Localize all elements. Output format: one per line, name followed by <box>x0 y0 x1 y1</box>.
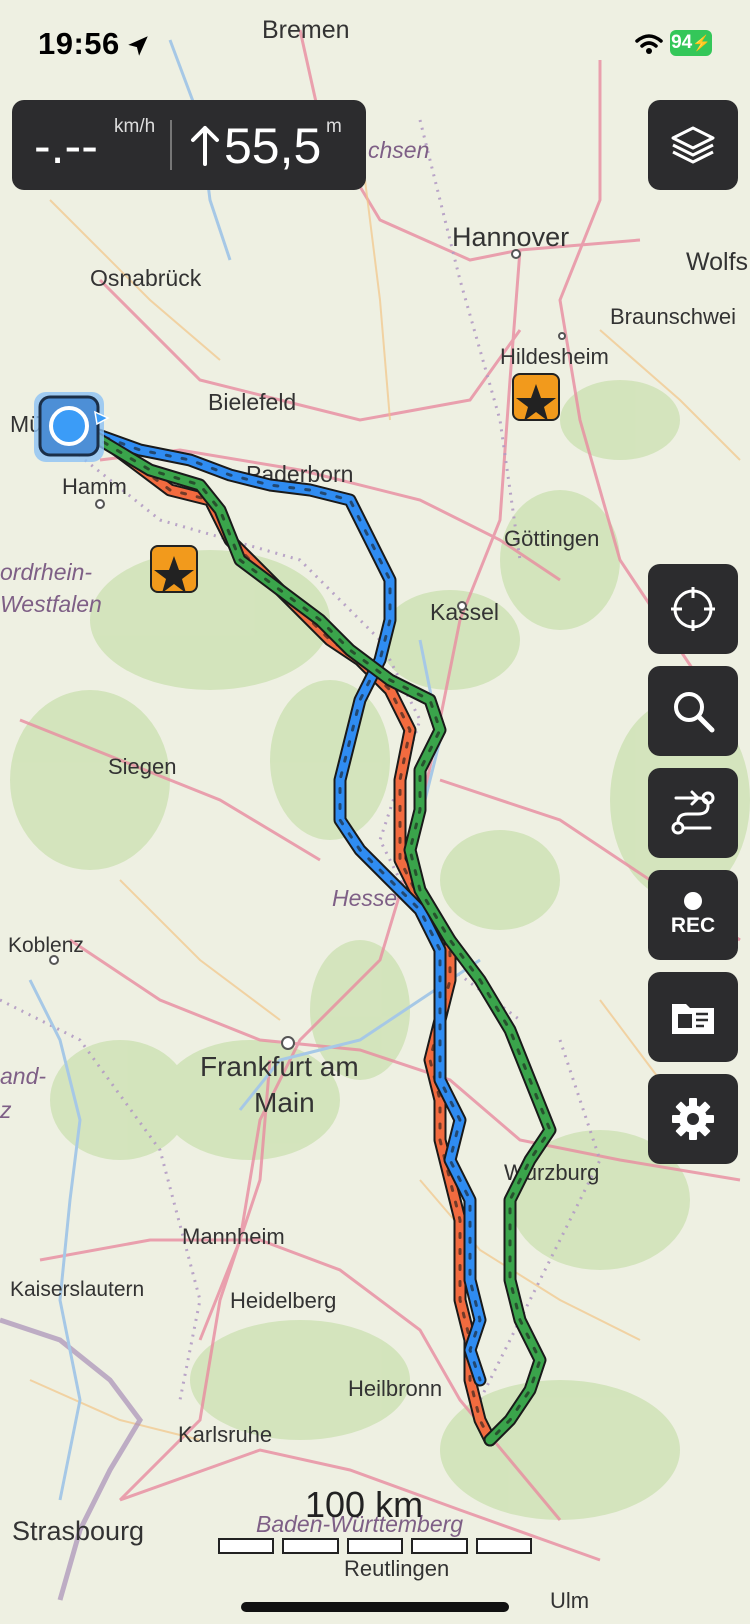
battery-indicator: 94⚡ <box>670 30 712 56</box>
poi-star-marker[interactable] <box>150 545 198 593</box>
route-icon <box>671 790 715 835</box>
region-label: Hesse <box>332 885 397 911</box>
city-label: Osnabrück <box>90 265 202 291</box>
city-label: Reutlingen <box>344 1556 449 1581</box>
city-label: Strasbourg <box>12 1516 144 1546</box>
search-icon <box>674 692 715 733</box>
settings-button[interactable] <box>648 1074 738 1164</box>
search-button[interactable] <box>648 666 738 756</box>
region-label: chsen <box>368 137 429 163</box>
poi-star-marker[interactable] <box>512 373 560 421</box>
scale-segment <box>475 1538 533 1554</box>
scale-segment <box>346 1538 404 1554</box>
route-button[interactable] <box>648 768 738 858</box>
panel-divider <box>170 120 172 170</box>
arrow-up-icon <box>191 126 219 166</box>
city-label: Bremen <box>262 16 350 44</box>
record-button[interactable]: REC <box>648 870 738 960</box>
current-location-marker[interactable] <box>34 392 110 462</box>
region-label: z <box>0 1097 12 1123</box>
city-label: Hannover <box>452 222 569 252</box>
city-label: Main <box>254 1087 315 1118</box>
region-label: and- <box>0 1063 46 1089</box>
locate-button[interactable] <box>648 564 738 654</box>
city-label: Wolfs <box>686 248 748 276</box>
speed-unit: km/h <box>114 116 156 137</box>
crosshair-icon <box>671 587 715 631</box>
city-label: Mannheim <box>182 1224 285 1249</box>
map-canvas[interactable]: Bremen Hannover Wolfs Osnabrück Braunsch… <box>0 0 750 1624</box>
city-label: Bielefeld <box>208 389 296 415</box>
location-arrow-icon <box>128 36 148 56</box>
layers-button[interactable] <box>648 100 738 190</box>
city-label: Frankfurt am <box>200 1051 359 1082</box>
home-indicator[interactable] <box>241 1602 509 1612</box>
scale-segment <box>411 1538 468 1554</box>
scale-bar <box>218 1538 533 1554</box>
city-label: Heidelberg <box>230 1288 336 1313</box>
tracks-folder-button[interactable] <box>648 972 738 1062</box>
city-label: Siegen <box>108 754 177 779</box>
record-dot-icon <box>684 892 702 910</box>
city-label: Ulm <box>550 1588 589 1613</box>
speed-value: -.-- <box>34 118 98 174</box>
city-label: Hamm <box>62 474 127 499</box>
wifi-icon <box>635 34 663 54</box>
city-label: Hildesheim <box>500 344 609 369</box>
folder-map-icon <box>672 1004 714 1034</box>
city-label: Heilbronn <box>348 1376 442 1401</box>
status-time: 19:56 <box>38 26 120 61</box>
city-label: Koblenz <box>8 934 84 957</box>
region-label: ordrhein- <box>0 559 92 585</box>
city-label: Göttingen <box>504 526 599 551</box>
altitude-unit: m <box>326 116 342 137</box>
city-label: Karlsruhe <box>178 1422 272 1447</box>
altitude-value: 55,5 <box>224 118 322 174</box>
scale-label: 100 km <box>305 1484 424 1525</box>
city-label: Braunschwei <box>610 304 736 329</box>
record-label: REC <box>670 914 716 937</box>
speed-altitude-panel: -.-- km/h 55,5 m <box>12 100 366 190</box>
layers-icon <box>671 126 715 164</box>
city-label: Kaiserslautern <box>10 1278 144 1301</box>
battery-level: 94 <box>671 32 693 53</box>
region-label: Westfalen <box>0 591 102 617</box>
charging-icon: ⚡ <box>692 35 711 52</box>
scale-segment <box>218 1538 275 1554</box>
scale-segment <box>282 1538 339 1554</box>
gear-icon <box>672 1098 714 1140</box>
